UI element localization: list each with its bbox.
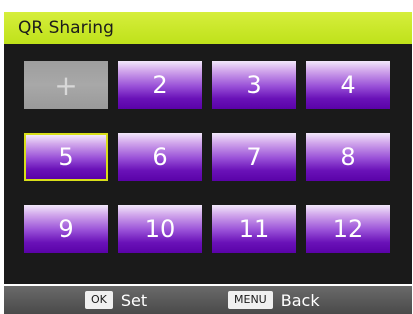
slot-number: 6 bbox=[152, 143, 168, 171]
slot-number: 3 bbox=[246, 71, 262, 99]
title-bar: QR Sharing bbox=[4, 12, 412, 44]
add-slot-button[interactable]: + bbox=[24, 61, 108, 109]
menu-hint-label: Back bbox=[280, 290, 320, 310]
ok-key-icon: OK bbox=[85, 291, 113, 309]
slot-number: 12 bbox=[332, 215, 364, 243]
slot-number: 8 bbox=[340, 143, 356, 171]
qr-slot-grid: + 2 3 4 5 6 7 8 9 10 11 12 bbox=[4, 44, 412, 284]
slot-number: 2 bbox=[152, 71, 168, 99]
slot-4[interactable]: 4 bbox=[306, 61, 390, 109]
menu-key-icon: MENU bbox=[228, 291, 273, 309]
slot-10[interactable]: 10 bbox=[118, 205, 202, 253]
ok-hint-label: Set bbox=[120, 290, 148, 310]
slot-2[interactable]: 2 bbox=[118, 61, 202, 109]
slot-6[interactable]: 6 bbox=[118, 133, 202, 181]
menu-hint: MENU Back bbox=[228, 290, 320, 310]
slot-number: 10 bbox=[144, 215, 176, 243]
slot-number: 5 bbox=[58, 143, 74, 171]
slot-8[interactable]: 8 bbox=[306, 133, 390, 181]
slot-number: 9 bbox=[58, 215, 74, 243]
slot-number: 11 bbox=[238, 215, 270, 243]
slot-number: 4 bbox=[340, 71, 356, 99]
plus-icon: + bbox=[54, 68, 78, 102]
slot-11[interactable]: 11 bbox=[212, 205, 296, 253]
slot-5[interactable]: 5 bbox=[24, 133, 108, 181]
slot-number: 7 bbox=[246, 143, 262, 171]
page-title: QR Sharing bbox=[18, 18, 114, 38]
button-hint-bar: OK Set MENU Back bbox=[4, 286, 412, 314]
slot-7[interactable]: 7 bbox=[212, 133, 296, 181]
slot-9[interactable]: 9 bbox=[24, 205, 108, 253]
slot-3[interactable]: 3 bbox=[212, 61, 296, 109]
ok-hint: OK Set bbox=[85, 290, 147, 310]
slot-12[interactable]: 12 bbox=[306, 205, 390, 253]
